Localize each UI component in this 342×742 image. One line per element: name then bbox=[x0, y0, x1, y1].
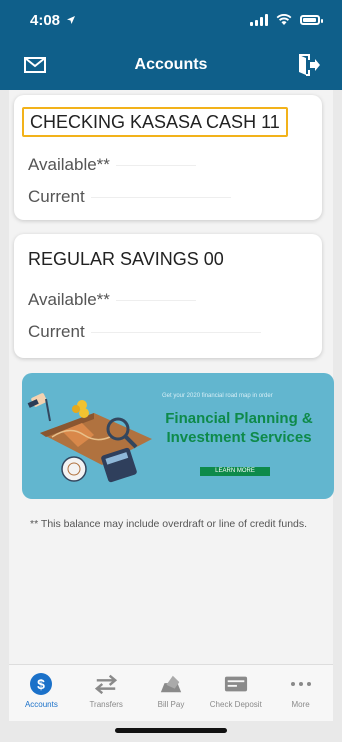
check-deposit-icon bbox=[224, 672, 248, 696]
bill-pay-icon bbox=[159, 672, 183, 696]
current-balance-value bbox=[90, 331, 261, 333]
account-name[interactable]: CHECKING KASASA CASH 11 bbox=[22, 107, 288, 137]
tab-label: Check Deposit bbox=[209, 700, 262, 709]
available-label: Available** bbox=[28, 155, 110, 174]
available-balance-row: Available** bbox=[28, 149, 308, 181]
tab-more[interactable]: More bbox=[268, 665, 333, 721]
location-arrow-icon bbox=[67, 16, 76, 24]
current-balance-value bbox=[90, 196, 231, 198]
current-label: Current bbox=[28, 322, 85, 341]
current-label: Current bbox=[28, 187, 85, 206]
status-right bbox=[250, 14, 323, 26]
promo-tagline: Get your 2020 financial road map in orde… bbox=[162, 393, 273, 399]
current-balance-row: Current bbox=[28, 181, 308, 213]
account-name[interactable]: REGULAR SAVINGS 00 bbox=[28, 246, 308, 272]
promo-banner[interactable]: Get your 2020 financial road map in orde… bbox=[22, 373, 334, 499]
page-title: Accounts bbox=[134, 56, 208, 73]
promo-title-line2: Investment Services bbox=[166, 429, 312, 446]
status-time: 4:08 bbox=[30, 11, 61, 29]
tab-transfers[interactable]: Transfers bbox=[74, 665, 139, 721]
available-balance-value bbox=[115, 299, 196, 301]
tab-label: Transfers bbox=[89, 700, 123, 709]
signal-icon bbox=[250, 14, 268, 26]
status-bar: 4:08 bbox=[0, 0, 342, 40]
financial-planning-illustration bbox=[27, 393, 152, 483]
available-label: Available** bbox=[28, 290, 110, 309]
tab-accounts[interactable]: $ Accounts bbox=[9, 665, 74, 721]
more-dots-icon bbox=[289, 672, 313, 696]
dollar-icon: $ bbox=[29, 672, 53, 696]
available-balance-value bbox=[115, 164, 196, 166]
svg-text:$: $ bbox=[37, 676, 45, 692]
transfer-arrows-icon bbox=[94, 672, 118, 696]
status-left: 4:08 bbox=[30, 12, 76, 29]
account-card-savings[interactable]: REGULAR SAVINGS 00 Available** Current bbox=[14, 234, 322, 358]
account-card-checking[interactable]: CHECKING KASASA CASH 11 Available** Curr… bbox=[14, 95, 322, 220]
current-balance-row: Current bbox=[28, 316, 308, 348]
nav-bar: Accounts bbox=[0, 40, 342, 90]
battery-icon bbox=[300, 15, 323, 25]
tab-bill-pay[interactable]: Bill Pay bbox=[139, 665, 204, 721]
home-indicator[interactable] bbox=[115, 728, 227, 733]
available-balance-row: Available** bbox=[28, 284, 308, 316]
tab-label: More bbox=[291, 700, 310, 709]
mail-icon[interactable] bbox=[24, 56, 46, 74]
balance-disclaimer: ** This balance may include overdraft or… bbox=[30, 518, 308, 530]
tab-check-deposit[interactable]: Check Deposit bbox=[203, 665, 268, 721]
promo-title: Financial Planning & Investment Services bbox=[150, 409, 328, 447]
promo-title-line1: Financial Planning & bbox=[165, 410, 313, 427]
wifi-icon bbox=[276, 14, 292, 25]
learn-more-button[interactable]: LEARN MORE bbox=[200, 467, 270, 476]
tab-label: Bill Pay bbox=[157, 700, 185, 709]
logout-icon[interactable] bbox=[296, 54, 320, 76]
tab-label: Accounts bbox=[24, 700, 58, 709]
bottom-tab-bar: $ Accounts Transfers Bill Pay Check Depo… bbox=[9, 664, 333, 721]
